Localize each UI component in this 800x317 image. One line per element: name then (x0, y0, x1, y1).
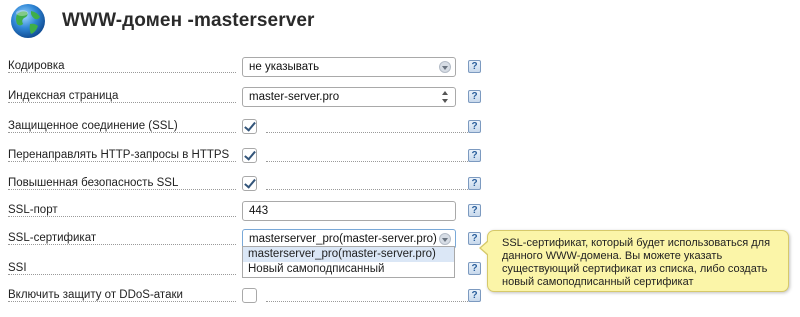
row-encoding: Кодировка не указывать ? (8, 57, 481, 79)
help-tooltip: SSL-сертификат, который будет использова… (479, 230, 789, 292)
ssi-label: SSI (8, 262, 30, 274)
row-redirect-https: Перенаправлять HTTP-запросы в HTTPS ? (8, 146, 481, 168)
row-index-page: Индексная страница master-server.pro ? (8, 87, 481, 109)
chevron-down-icon[interactable] (439, 61, 451, 73)
domain-settings-form: WWW-домен -masterserver Кодировка не ука… (0, 0, 800, 317)
ssl-cert-dropdown-list[interactable]: masterserver_pro(master-server.pro) Новы… (242, 246, 455, 278)
row-ssl-security: Повышенная безопасность SSL ? (8, 174, 481, 196)
help-icon[interactable]: ? (468, 60, 481, 73)
encoding-label: Кодировка (8, 60, 68, 72)
encoding-value: не указывать (249, 61, 320, 73)
help-icon[interactable]: ? (468, 177, 481, 190)
index-page-value: master-server.pro (249, 91, 340, 103)
dropdown-option[interactable]: Новый самоподписанный (243, 262, 454, 277)
tooltip-text: SSL-сертификат, который будет использова… (502, 237, 771, 288)
chevron-down-icon[interactable] (439, 233, 451, 245)
index-page-input[interactable]: master-server.pro (242, 87, 456, 107)
dropdown-option[interactable]: masterserver_pro(master-server.pro) (243, 247, 454, 262)
page-header: WWW-домен -masterserver (8, 2, 315, 40)
index-page-label: Индексная страница (8, 90, 122, 102)
help-icon[interactable]: ? (468, 90, 481, 103)
ssl-security-label: Повышенная безопасность SSL (8, 177, 182, 189)
ssl-cert-value: masterserver_pro(master-server.pro) (249, 233, 437, 245)
ssl-security-checkbox[interactable] (242, 176, 257, 191)
help-icon[interactable]: ? (468, 262, 481, 275)
row-ddos: Включить защиту от DDoS-атаки ? (8, 286, 481, 308)
ssl-port-label: SSL-порт (8, 204, 61, 216)
ssl-checkbox[interactable] (242, 119, 257, 134)
ddos-checkbox[interactable] (242, 288, 257, 303)
redirect-https-checkbox[interactable] (242, 148, 257, 163)
row-ssl-port: SSL-порт 443 ? (8, 201, 481, 223)
ssl-port-input[interactable]: 443 (242, 201, 456, 221)
ssl-port-value: 443 (249, 205, 269, 217)
help-icon[interactable]: ? (468, 120, 481, 133)
encoding-select[interactable]: не указывать (242, 57, 456, 77)
redirect-https-label: Перенаправлять HTTP-запросы в HTTPS (8, 149, 233, 161)
help-icon[interactable]: ? (468, 149, 481, 162)
page-title: WWW-домен -masterserver (62, 10, 315, 31)
spin-arrows-icon[interactable] (442, 90, 450, 104)
globe-icon (11, 4, 45, 38)
help-icon[interactable]: ? (468, 204, 481, 217)
ssl-cert-label: SSL-сертификат (8, 232, 100, 244)
help-icon[interactable]: ? (468, 289, 481, 302)
ddos-label: Включить защиту от DDoS-атаки (8, 289, 186, 301)
row-ssl: Защищенное соединение (SSL) ? (8, 117, 481, 139)
ssl-label: Защищенное соединение (SSL) (8, 120, 181, 132)
